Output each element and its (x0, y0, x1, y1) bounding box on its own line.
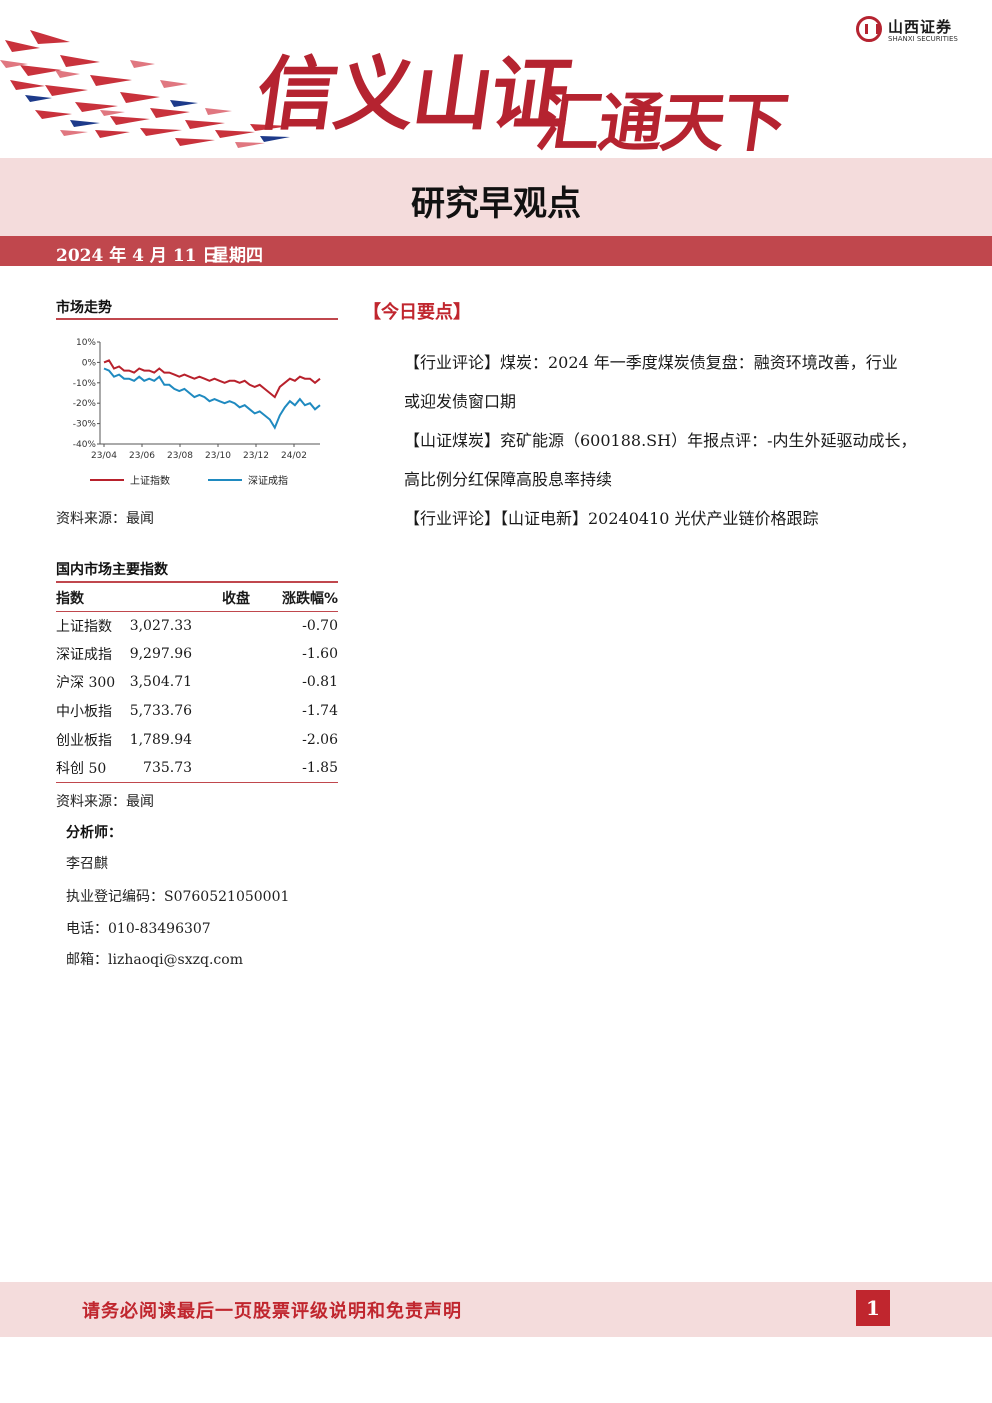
index-close: 735.73 (119, 753, 279, 784)
index-name: 科创 50 (56, 753, 120, 784)
company-logo: 山西证券 SHANXI SECURITIES (856, 16, 976, 46)
index-table-title: 国内市场主要指数 (56, 562, 168, 578)
analyst-license: 执业登记编码：S0760521050001 (66, 889, 290, 905)
index-name: 创业板指 (56, 732, 112, 749)
x-tick-label: 23/04 (91, 451, 117, 461)
analyst-label: 分析师： (66, 825, 122, 841)
table-row: 深证成指 9,297.96 -1.60 (56, 640, 338, 669)
footer: 请务必阅读最后一页股票评级说明和免责声明 1 (0, 1282, 992, 1337)
key-point-line[interactable]: 或迎发债窗口期 (404, 388, 516, 412)
key-point-line[interactable]: 高比例分红保障高股息率持续 (404, 466, 612, 490)
index-name: 沪深 300 (56, 675, 116, 692)
table-source: 资料来源：最闻 (56, 794, 154, 810)
y-tick-label: 0% (82, 358, 97, 368)
logo-seal-icon (856, 16, 882, 42)
section-divider (56, 581, 338, 583)
index-change: -1.85 (278, 753, 338, 784)
analyst-name: 李召麒 (66, 856, 108, 872)
series-line-2 (103, 367, 321, 430)
x-tick-label: 23/08 (167, 451, 193, 461)
index-name: 上证指数 (56, 618, 112, 635)
key-points-title: 【今日要点】 (363, 302, 471, 323)
key-point-line[interactable]: 【行业评论】煤炭：2024 年一季度煤炭债复盘：融资环境改善，行业 (404, 349, 898, 373)
col-header-close: 收盘 (119, 586, 279, 612)
y-tick-label: -40% (73, 440, 97, 450)
col-header-index: 指数 (56, 586, 120, 612)
legend-label: 上证指数 (130, 474, 170, 487)
market-trend-title: 市场走势 (56, 300, 112, 316)
index-name: 中小板指 (56, 704, 112, 721)
index-change: -0.81 (302, 674, 338, 691)
y-tick-label: -10% (73, 379, 97, 389)
title-band: 研究早观点 (0, 158, 992, 236)
page-title: 研究早观点 (411, 184, 581, 224)
table-row: 科创 50 735.73 -1.85 (56, 753, 338, 784)
slogan-part1: 信义山证 (250, 48, 576, 141)
legend-label: 深证成指 (248, 474, 288, 487)
report-date: 2024 年 4 月 11 日 (56, 246, 220, 266)
header-banner: 信义山证 汇通天下 山西证券 SHANXI SECURITIES (0, 0, 992, 161)
report-weekday: 星期四 (212, 246, 263, 266)
disclaimer-note: 请务必阅读最后一页股票评级说明和免责声明 (82, 1301, 462, 1322)
x-tick-label: 23/10 (205, 451, 231, 461)
market-trend-chart: 10% 0% -10% -20% -30% -40%23/04 23/06 23/08 23/1… (73, 338, 321, 487)
page-number: 1 (856, 1290, 890, 1326)
index-change: -1.74 (302, 703, 338, 720)
table-row: 沪深 300 3,504.71 -0.81 (56, 668, 338, 697)
col-header-change: 涨跌幅% (278, 586, 338, 612)
table-row: 上证指数 3,027.33 -0.70 (56, 611, 338, 640)
x-tick-label: 24/02 (281, 451, 307, 461)
analyst-phone: 电话：010-83496307 (66, 921, 211, 937)
x-tick-label: 23/06 (129, 451, 155, 461)
chart-source: 资料来源：最闻 (56, 511, 154, 527)
logo-name-en: SHANXI SECURITIES (888, 35, 958, 43)
y-tick-label: -20% (73, 399, 97, 409)
index-close: 3,504.71 (129, 674, 193, 691)
index-change: -1.60 (302, 645, 338, 662)
key-point-line[interactable]: 【山证煤炭】兖矿能源（600188.SH）年报点评：-内生外延驱动成长， (404, 427, 917, 451)
x-tick-label: 23/12 (243, 451, 269, 461)
index-close: 1,789.94 (129, 731, 193, 748)
index-close: 9,297.96 (129, 645, 193, 662)
logo-name-cn: 山西证券 (888, 18, 953, 36)
analyst-email[interactable]: 邮箱：lizhaoqi@sxzq.com (66, 949, 243, 969)
table-header-row: 指数 收盘 涨跌幅% (56, 586, 338, 612)
table-row: 中小板指 5,733.76 -1.74 (56, 697, 338, 726)
date-band: 2024 年 4 月 11 日 星期四 (0, 236, 992, 266)
section-divider (56, 318, 338, 320)
y-tick-label: 10% (76, 338, 96, 348)
index-table: 指数 收盘 涨跌幅% 上证指数 3,027.33 -0.70 深证成指 9,297.9… (56, 586, 338, 784)
index-close: 5,733.76 (129, 703, 193, 720)
index-change: -2.06 (302, 731, 338, 748)
key-point-line[interactable]: 【行业评论】【山证电新】20240410 光伏产业链价格跟踪 (404, 505, 819, 529)
y-tick-label: -30% (73, 420, 97, 430)
index-change: -0.70 (302, 617, 338, 634)
slogan-part2: 汇通天下 (531, 87, 791, 161)
table-row: 创业板指 1,789.94 -2.06 (56, 725, 338, 754)
index-close: 3,027.33 (129, 617, 193, 634)
index-name: 深证成指 (56, 646, 112, 663)
